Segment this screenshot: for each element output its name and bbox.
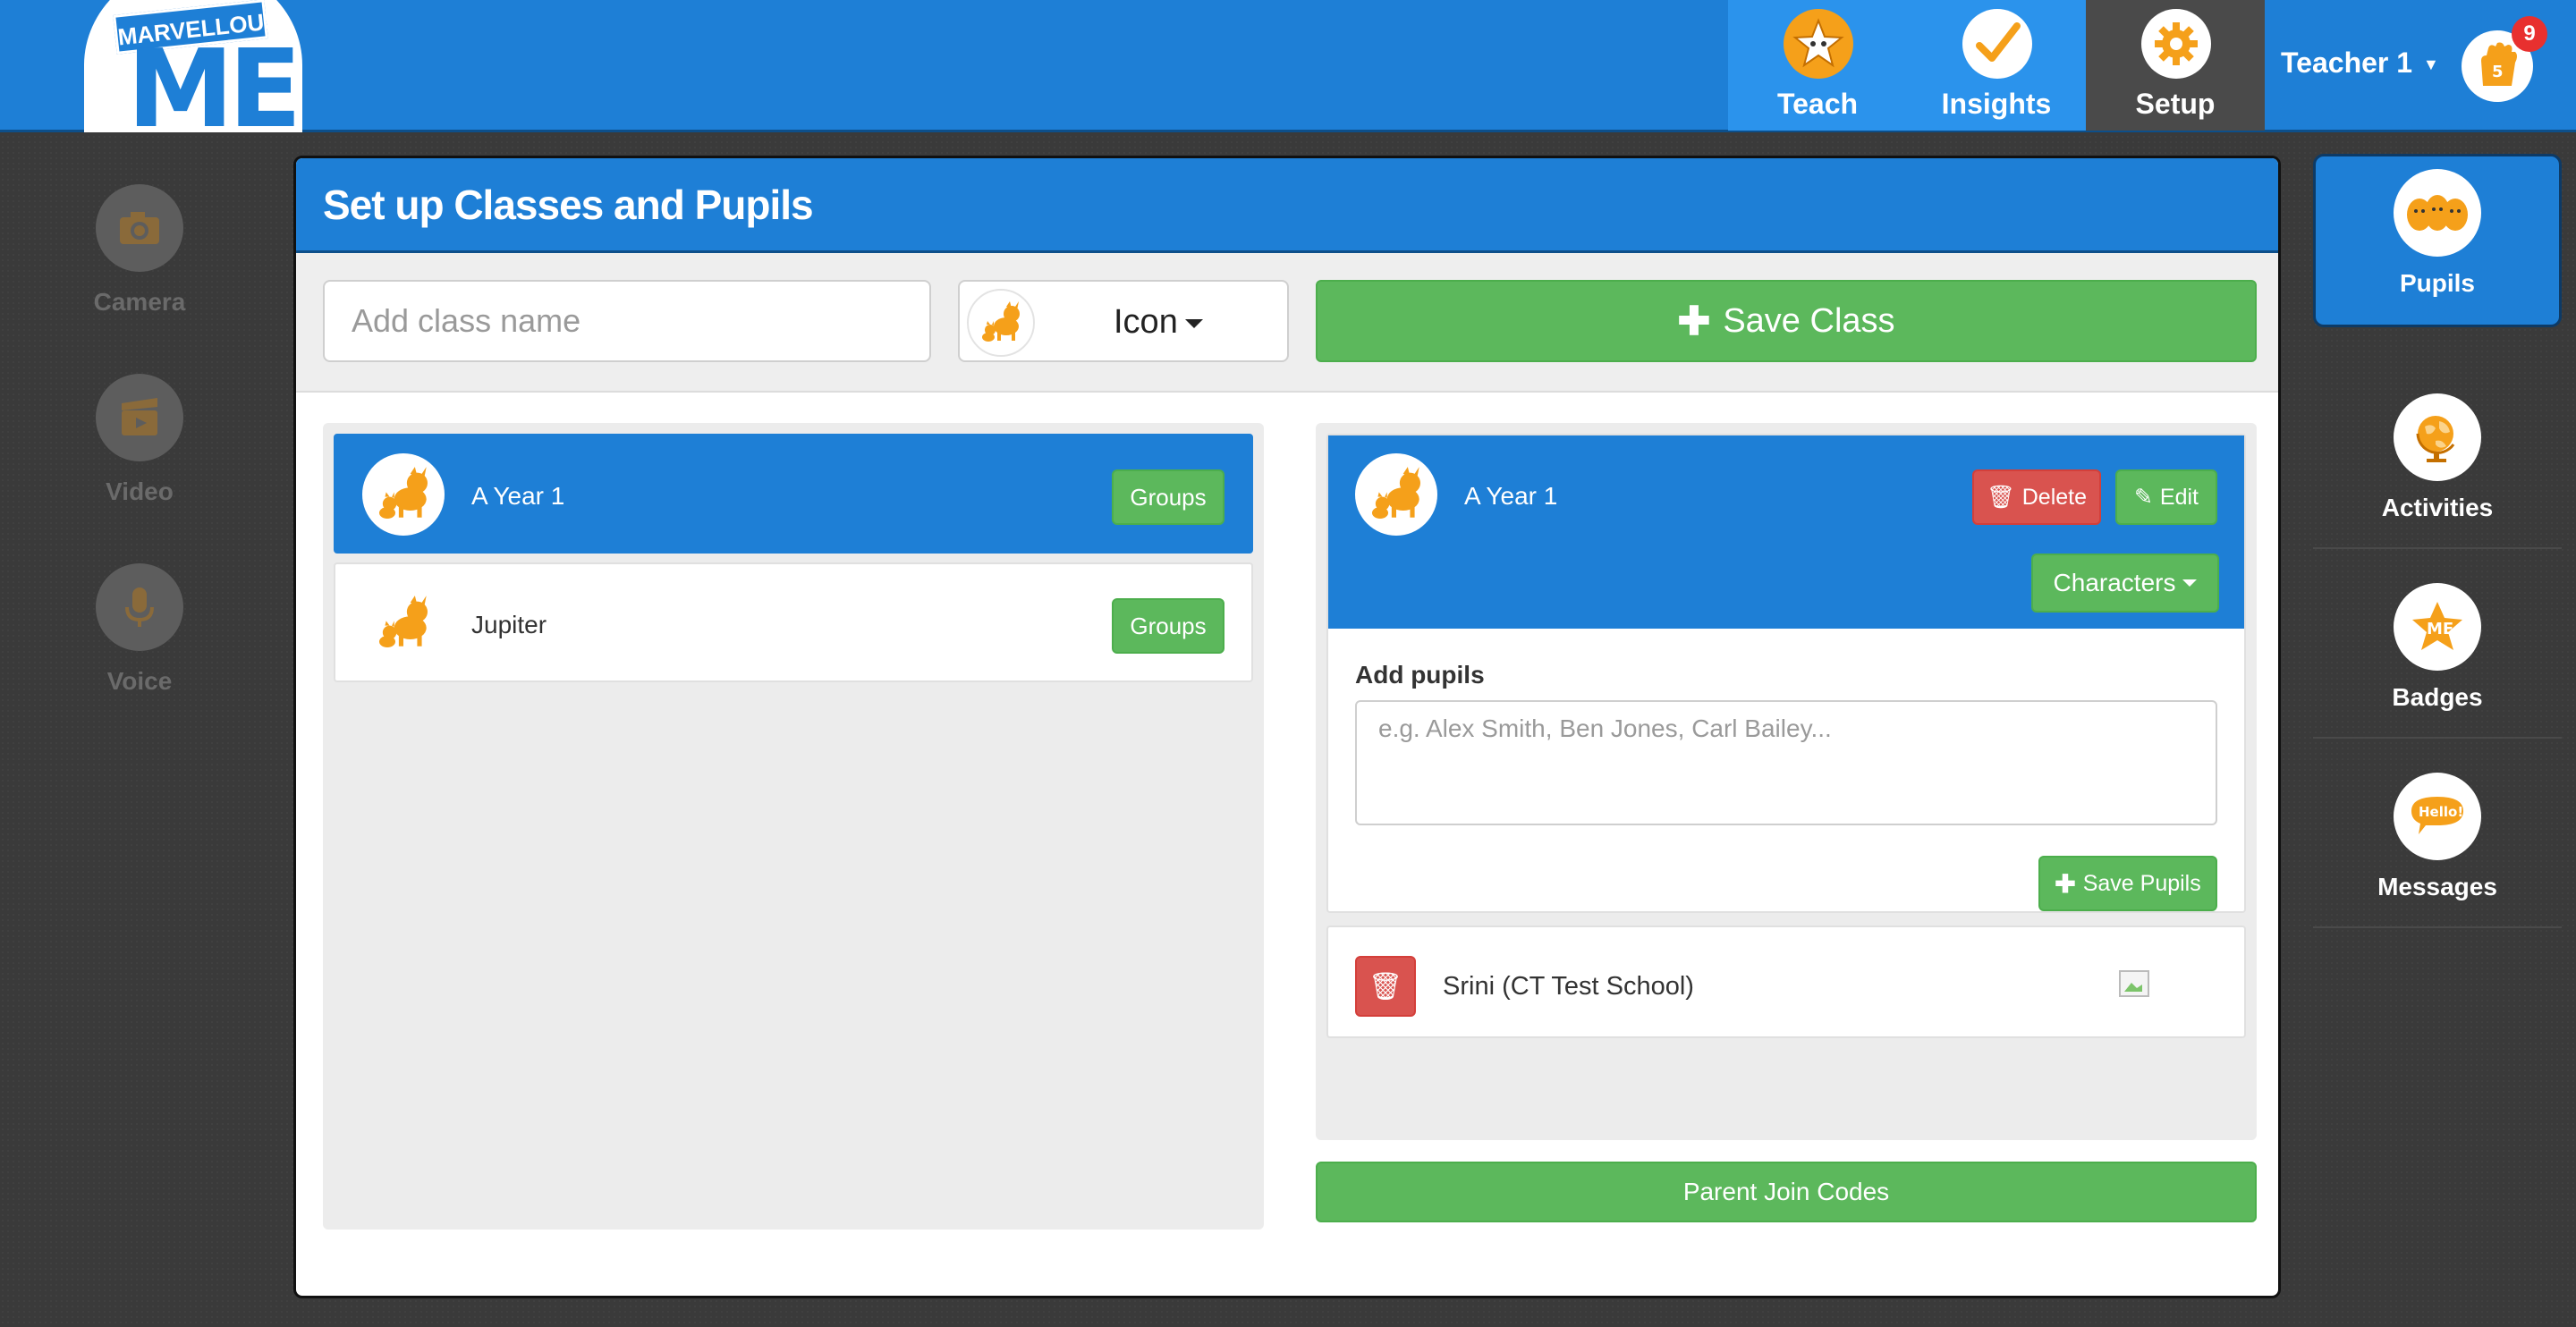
microphone-icon bbox=[96, 563, 183, 651]
class-toolbar: Icon ✚ Save Class bbox=[296, 253, 2278, 393]
svg-text:Hello!: Hello! bbox=[2419, 804, 2463, 820]
dog-cat-icon bbox=[967, 289, 1035, 357]
page-title: Set up Classes and Pupils bbox=[323, 181, 814, 228]
groups-button[interactable]: Groups bbox=[1112, 598, 1224, 654]
edit-class-button[interactable]: ✎ Edit bbox=[2115, 469, 2217, 525]
dog-cat-icon bbox=[362, 453, 445, 536]
sidebar-item-activities[interactable]: Activities bbox=[2313, 393, 2562, 549]
characters-dropdown[interactable]: Characters bbox=[2031, 554, 2219, 613]
badge-star-icon: ME bbox=[2394, 583, 2481, 671]
chevron-down-icon bbox=[1184, 318, 1203, 328]
globe-icon bbox=[2394, 393, 2481, 481]
parent-join-codes-button[interactable]: Parent Join Codes bbox=[1316, 1162, 2257, 1222]
icon-select-label: Icon bbox=[1114, 303, 1203, 342]
pencil-icon: ✎ bbox=[2133, 485, 2153, 510]
chevron-down-icon bbox=[2182, 579, 2198, 587]
camera-label: Camera bbox=[93, 288, 186, 316]
class-name: A Year 1 bbox=[471, 482, 565, 510]
delete-class-button[interactable]: 🗑 Delete bbox=[1972, 469, 2101, 525]
star-character-icon bbox=[1784, 9, 1853, 79]
class-name: Jupiter bbox=[471, 611, 547, 638]
pupils-icon bbox=[2394, 169, 2481, 257]
clapperboard-icon bbox=[96, 374, 183, 461]
delete-pupil-button[interactable]: 🗑 bbox=[1355, 956, 1416, 1017]
sidebar-item-pupils[interactable]: Pupils bbox=[2313, 154, 2562, 327]
save-class-label: Save Class bbox=[1723, 301, 1895, 340]
logo-mark: ME bbox=[127, 28, 301, 133]
tab-setup[interactable]: Setup bbox=[2086, 0, 2265, 131]
class-name-input[interactable] bbox=[323, 280, 931, 362]
save-pupils-label: Save Pupils bbox=[2082, 870, 2201, 896]
pupils-label: Pupils bbox=[2399, 269, 2475, 297]
dog-cat-icon bbox=[362, 582, 445, 664]
tab-insights-label: Insights bbox=[1941, 88, 2052, 120]
save-class-button[interactable]: ✚ Save Class bbox=[1316, 280, 2257, 362]
class-detail-card: A Year 1 🗑 Delete ✎ Edit Characters Add pu… bbox=[1326, 434, 2246, 913]
voice-label: Voice bbox=[106, 667, 173, 695]
messages-label: Messages bbox=[2377, 873, 2497, 900]
plus-icon: ✚ bbox=[1677, 299, 1711, 343]
tab-insights[interactable]: Insights bbox=[1907, 0, 2086, 131]
user-menu[interactable]: Teacher 1 ▼ bbox=[2281, 46, 2439, 80]
edit-label: Edit bbox=[2159, 484, 2199, 510]
class-detail: A Year 1 🗑 Delete ✎ Edit Characters Add pu… bbox=[1316, 423, 2257, 1140]
class-detail-header: A Year 1 🗑 Delete ✎ Edit Characters bbox=[1328, 435, 2244, 629]
delete-label: Delete bbox=[2021, 484, 2087, 510]
tab-teach-label: Teach bbox=[1776, 88, 1859, 120]
dog-cat-icon bbox=[1355, 453, 1437, 536]
pupil-row: 🗑 Srini (CT Test School) bbox=[1326, 926, 2246, 1038]
hello-speech-bubble-icon: Hello! bbox=[2394, 773, 2481, 860]
top-bar: MARVELLOUS ME Teach Insights Setup Teach… bbox=[0, 0, 2576, 132]
class-list: A Year 1 Groups Jupiter Groups bbox=[323, 423, 1264, 1230]
add-pupils-label: Add pupils bbox=[1355, 661, 1485, 689]
detail-class-name: A Year 1 bbox=[1464, 482, 1558, 510]
class-row-a-year-1[interactable]: A Year 1 Groups bbox=[334, 434, 1253, 554]
gear-icon bbox=[2141, 9, 2211, 79]
groups-button[interactable]: Groups bbox=[1112, 469, 1224, 525]
plus-icon: ✚ bbox=[2055, 869, 2076, 898]
tab-setup-label: Setup bbox=[2135, 88, 2216, 120]
checkmark-icon bbox=[1962, 9, 2032, 79]
save-pupils-button[interactable]: ✚ Save Pupils bbox=[2038, 856, 2217, 911]
add-pupils-field[interactable] bbox=[1355, 700, 2217, 825]
trash-icon: 🗑 bbox=[1368, 971, 1403, 1002]
sidebar-item-messages[interactable]: Hello! Messages bbox=[2313, 773, 2562, 928]
badges-label: Badges bbox=[2392, 683, 2483, 711]
video-label: Video bbox=[106, 478, 174, 505]
activities-label: Activities bbox=[2381, 494, 2494, 521]
video-button[interactable]: Video bbox=[72, 374, 208, 506]
pupil-image-icon bbox=[2119, 970, 2149, 997]
pupil-name: Srini (CT Test School) bbox=[1443, 972, 1694, 1001]
user-name: Teacher 1 bbox=[2281, 46, 2413, 79]
class-icon-select[interactable]: Icon bbox=[958, 280, 1289, 362]
panel-header: Set up Classes and Pupils bbox=[296, 158, 2278, 253]
setup-panel: Set up Classes and Pupils Icon ✚ Save Cla… bbox=[293, 156, 2281, 1298]
chevron-down-icon: ▼ bbox=[2423, 55, 2439, 74]
voice-button[interactable]: Voice bbox=[72, 563, 208, 696]
svg-text:ME: ME bbox=[2427, 620, 2453, 638]
marvellous-me-logo[interactable]: MARVELLOUS ME bbox=[84, 0, 302, 132]
svg-text:5: 5 bbox=[2492, 63, 2504, 81]
class-row-jupiter[interactable]: Jupiter Groups bbox=[334, 562, 1253, 682]
characters-label: Characters bbox=[2053, 569, 2176, 596]
notification-badge[interactable]: 9 bbox=[2512, 16, 2547, 52]
trash-icon: 🗑 bbox=[1986, 484, 2015, 510]
camera-icon bbox=[96, 184, 183, 272]
camera-button[interactable]: Camera bbox=[72, 184, 208, 317]
tab-teach[interactable]: Teach bbox=[1728, 0, 1907, 131]
sidebar-item-badges[interactable]: ME Badges bbox=[2313, 583, 2562, 739]
